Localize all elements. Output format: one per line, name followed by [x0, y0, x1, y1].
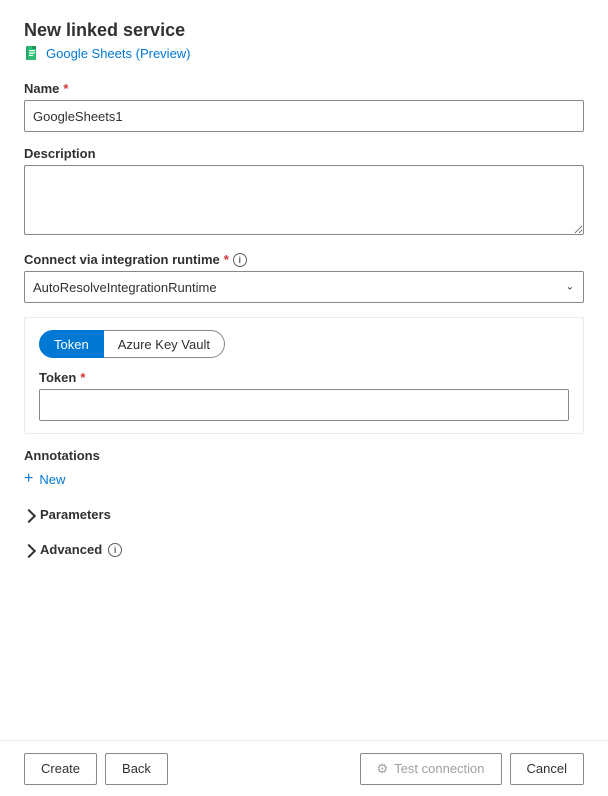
integration-runtime-select-wrapper: AutoResolveIntegrationRuntime ⌄ [24, 271, 584, 303]
auth-tab-group: Token Azure Key Vault [39, 330, 569, 358]
name-required-star: * [63, 81, 68, 96]
token-label: Token * [39, 370, 569, 385]
test-connection-button[interactable]: ⚙ Test connection [360, 753, 502, 785]
footer-right-actions: ⚙ Test connection Cancel [360, 753, 584, 785]
advanced-info-icon[interactable]: i [108, 543, 122, 557]
parameters-toggle[interactable]: Parameters [24, 501, 111, 528]
footer-left-actions: Create Back [24, 753, 168, 785]
description-field-group: Description [24, 146, 584, 238]
parameters-chevron-icon [22, 508, 36, 522]
runtime-required-star: * [224, 252, 229, 267]
plus-icon: + [24, 471, 33, 487]
test-connection-icon: ⚙ [377, 761, 389, 777]
integration-runtime-label: Connect via integration runtime * i [24, 252, 584, 267]
page-title: New linked service [24, 20, 584, 41]
token-field-group: Token * [39, 370, 569, 421]
name-input[interactable] [24, 100, 584, 132]
name-field-group: Name * [24, 81, 584, 132]
runtime-info-icon[interactable]: i [233, 253, 247, 267]
google-sheets-icon [24, 45, 40, 61]
advanced-label: Advanced [40, 542, 102, 557]
advanced-section: Advanced i [24, 536, 584, 563]
service-subtitle: Google Sheets (Preview) [24, 45, 584, 61]
cancel-button[interactable]: Cancel [510, 753, 584, 785]
service-link[interactable]: Google Sheets (Preview) [46, 46, 191, 61]
advanced-chevron-icon [22, 543, 36, 557]
azure-key-vault-tab[interactable]: Azure Key Vault [104, 330, 225, 358]
new-annotation-label: New [39, 472, 65, 487]
parameters-section: Parameters [24, 501, 584, 528]
create-button[interactable]: Create [24, 753, 97, 785]
parameters-label: Parameters [40, 507, 111, 522]
back-button[interactable]: Back [105, 753, 168, 785]
test-connection-label: Test connection [394, 761, 484, 776]
name-label: Name * [24, 81, 584, 96]
annotations-label: Annotations [24, 448, 584, 463]
integration-runtime-field-group: Connect via integration runtime * i Auto… [24, 252, 584, 303]
description-input[interactable] [24, 165, 584, 235]
token-section: Token Azure Key Vault Token * [24, 317, 584, 434]
token-required-star: * [80, 370, 85, 385]
token-input[interactable] [39, 389, 569, 421]
footer: Create Back ⚙ Test connection Cancel [0, 740, 608, 796]
token-tab[interactable]: Token [39, 330, 104, 358]
annotations-section: Annotations + New [24, 448, 584, 487]
advanced-toggle[interactable]: Advanced i [24, 536, 122, 563]
add-new-annotation-button[interactable]: + New [24, 471, 65, 487]
integration-runtime-select[interactable]: AutoResolveIntegrationRuntime [24, 271, 584, 303]
description-label: Description [24, 146, 584, 161]
